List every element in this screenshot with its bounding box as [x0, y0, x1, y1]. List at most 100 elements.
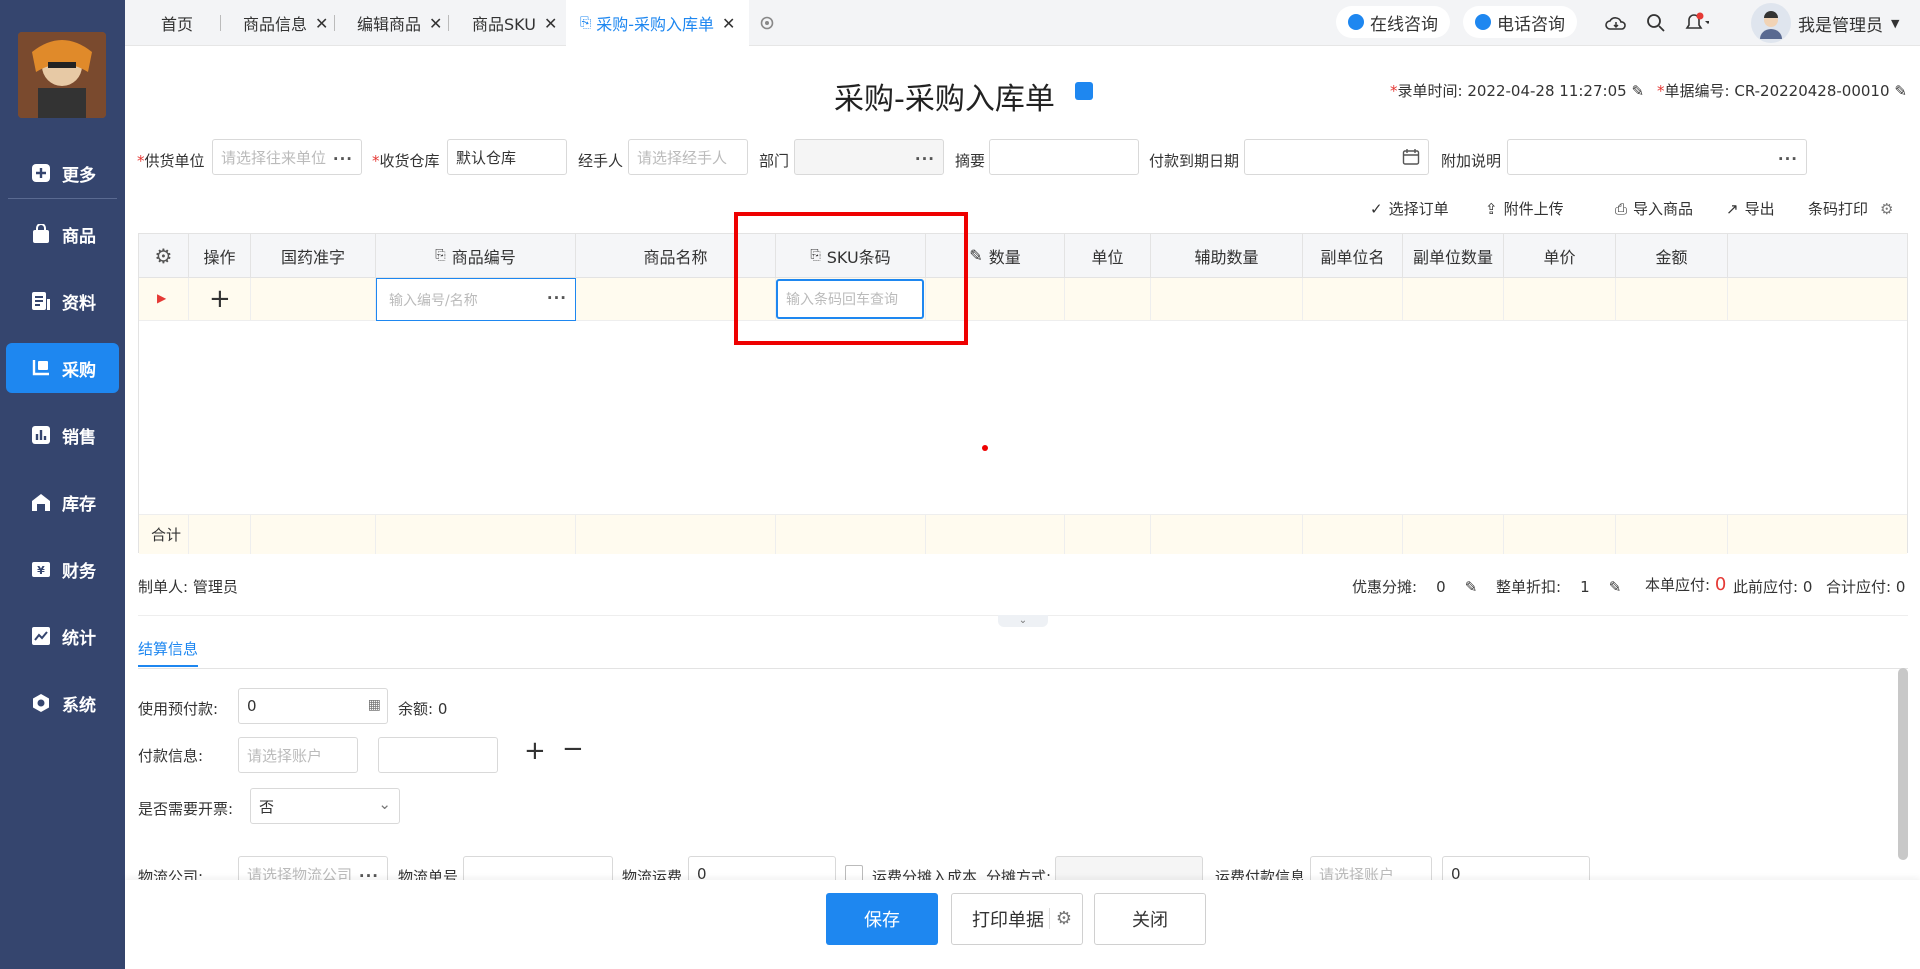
dept-input[interactable]: ··· [794, 139, 944, 175]
settings-badge-icon[interactable] [1075, 82, 1093, 100]
sidebar-divider [8, 198, 117, 199]
edit-icon[interactable]: ✎ [1609, 578, 1622, 596]
import-label: 导入商品 [1633, 200, 1694, 218]
supplier-input[interactable]: 请选择往来单位 ··· [212, 139, 362, 175]
online-consult-button[interactable]: 在线咨询 [1336, 6, 1450, 38]
tab-goods-info[interactable]: 商品信息 ✕ [243, 0, 328, 46]
page-title: 采购-采购入库单 [834, 82, 1055, 117]
grid-cell[interactable] [1616, 278, 1728, 321]
grid-cell[interactable] [1151, 278, 1303, 321]
grid-header: 副单位数量 [1403, 234, 1504, 278]
close-icon[interactable]: ✕ [429, 14, 442, 33]
bell-icon[interactable] [1683, 10, 1709, 36]
grid-settings-header[interactable]: ⚙ [139, 234, 189, 278]
grid-cell[interactable] [1065, 278, 1151, 321]
cloud-download-icon[interactable] [1603, 10, 1629, 36]
gear-icon[interactable]: ⚙ [155, 244, 173, 268]
phone-consult-button[interactable]: 电话咨询 [1463, 6, 1577, 38]
barcode-print-button[interactable]: 条码打印 ⚙ [1808, 198, 1893, 219]
upload-button[interactable]: ⇪ 附件上传 [1485, 198, 1564, 219]
export-icon: ↗ [1726, 199, 1739, 218]
edit-icon[interactable]: ✎ [1894, 82, 1907, 100]
search-icon[interactable] [1643, 10, 1669, 36]
more-icon[interactable]: ··· [333, 150, 353, 168]
export-label: 导出 [1744, 200, 1775, 218]
import-goods-button[interactable]: ⎙ 导入商品 [1615, 198, 1693, 219]
remove-payment-button[interactable]: − [562, 734, 584, 764]
close-button[interactable]: 关闭 [1094, 893, 1206, 945]
prev-payable: 此前应付: 0 [1733, 578, 1813, 596]
add-payment-button[interactable]: + [524, 736, 546, 766]
calendar-icon[interactable] [1402, 148, 1420, 170]
save-button[interactable]: 保存 [826, 893, 938, 945]
total-cell [926, 514, 1065, 554]
prepay-input[interactable]: 0 ▦ [238, 688, 388, 724]
sidebar-item-sales[interactable]: 销售 [6, 410, 119, 460]
more-icon[interactable]: ··· [915, 150, 935, 168]
dept-label: 部门 [759, 152, 790, 170]
sidebar-item-purchase[interactable]: 采购 [6, 343, 119, 393]
summary-input[interactable] [989, 139, 1139, 175]
sidebar-item-more[interactable]: 更多 [6, 148, 119, 198]
close-icon[interactable]: ✕ [544, 14, 557, 33]
tab-edit-goods[interactable]: 编辑商品 ✕ [357, 0, 442, 46]
sidebar-item-finance[interactable]: ¥ 财务 [6, 544, 119, 594]
print-button[interactable]: 打印单据 ⚙ [951, 893, 1083, 945]
due-date-label: 付款到期日期 [1149, 152, 1240, 170]
discount-share-label: 优惠分摊: [1352, 578, 1418, 596]
sidebar-item-goods[interactable]: 商品 [6, 209, 119, 259]
sidebar-item-label: 财务 [62, 561, 96, 582]
grid-cell[interactable] [251, 278, 376, 321]
handler-label: 经手人 [578, 152, 624, 170]
collapse-toggle[interactable]: ⌄ [998, 615, 1048, 627]
account-select[interactable]: 请选择账户 [238, 737, 358, 773]
grid-header-filler [1728, 234, 1907, 278]
sidebar-item-data[interactable]: 资料 [6, 276, 119, 326]
tab-settlement[interactable]: 结算信息 [138, 638, 199, 667]
sidebar-item-system[interactable]: 系统 [6, 678, 119, 728]
total-cell [1728, 514, 1907, 554]
invoice-value: 否 [259, 797, 275, 816]
amount-input[interactable] [378, 737, 498, 773]
sidebar-item-stock[interactable]: 库存 [6, 477, 119, 527]
export-button[interactable]: ↗ 导出 [1726, 198, 1775, 219]
edit-icon[interactable]: ✎ [1465, 578, 1478, 596]
gear-icon[interactable] [754, 10, 780, 36]
select-order-button[interactable]: ✓ 选择订单 [1370, 198, 1449, 219]
more-icon[interactable]: ··· [1778, 150, 1798, 168]
grid-header: 金额 [1616, 234, 1728, 278]
close-icon[interactable]: ✕ [315, 14, 328, 33]
handler-input[interactable]: 请选择经手人 [628, 139, 748, 175]
add-row-button[interactable]: + [189, 278, 251, 321]
edit-icon[interactable]: ✎ [1631, 82, 1644, 100]
tab-goods-sku[interactable]: 商品SKU ✕ [472, 0, 557, 46]
grid-cell[interactable] [1403, 278, 1504, 321]
due-date-input[interactable] [1244, 139, 1429, 175]
gear-icon[interactable]: ⚙ [1048, 908, 1072, 929]
tab-home[interactable]: 首页 [161, 0, 193, 46]
sidebar-item-label: 商品 [62, 226, 96, 247]
maker-info: 制单人: 管理员 [138, 578, 238, 596]
user-menu[interactable]: 我是管理员 ▼ [1798, 0, 1899, 46]
warehouse-input[interactable]: 默认仓库 [447, 139, 567, 175]
supplier-label-text: 供货单位 [144, 152, 205, 170]
chevron-down-icon: ⌄ [378, 795, 391, 813]
sidebar-item-stats[interactable]: 统计 [6, 611, 119, 661]
goods-code-input[interactable]: 输入编号/名称 ··· [376, 278, 576, 321]
scrollbar-track[interactable] [1898, 668, 1908, 860]
grid-cell[interactable] [1504, 278, 1616, 321]
more-icon[interactable]: ··· [547, 289, 567, 307]
avatar[interactable] [1751, 3, 1791, 43]
plus-square-icon [30, 162, 52, 184]
tab-purchase-inbound[interactable]: ⎘ 采购-采购入库单 ✕ [566, 0, 750, 46]
note-input[interactable]: ··· [1507, 139, 1807, 175]
gear-icon[interactable]: ⚙ [1880, 200, 1893, 218]
calculator-icon[interactable]: ▦ [368, 697, 381, 713]
grid-cell[interactable] [1303, 278, 1403, 321]
invoice-select[interactable]: 否 ⌄ [250, 788, 400, 824]
app-avatar[interactable] [18, 32, 106, 118]
total-cell [1303, 514, 1403, 554]
close-icon[interactable]: ✕ [722, 14, 735, 33]
total-cell [1616, 514, 1728, 554]
scrollbar-thumb[interactable] [1898, 668, 1908, 860]
